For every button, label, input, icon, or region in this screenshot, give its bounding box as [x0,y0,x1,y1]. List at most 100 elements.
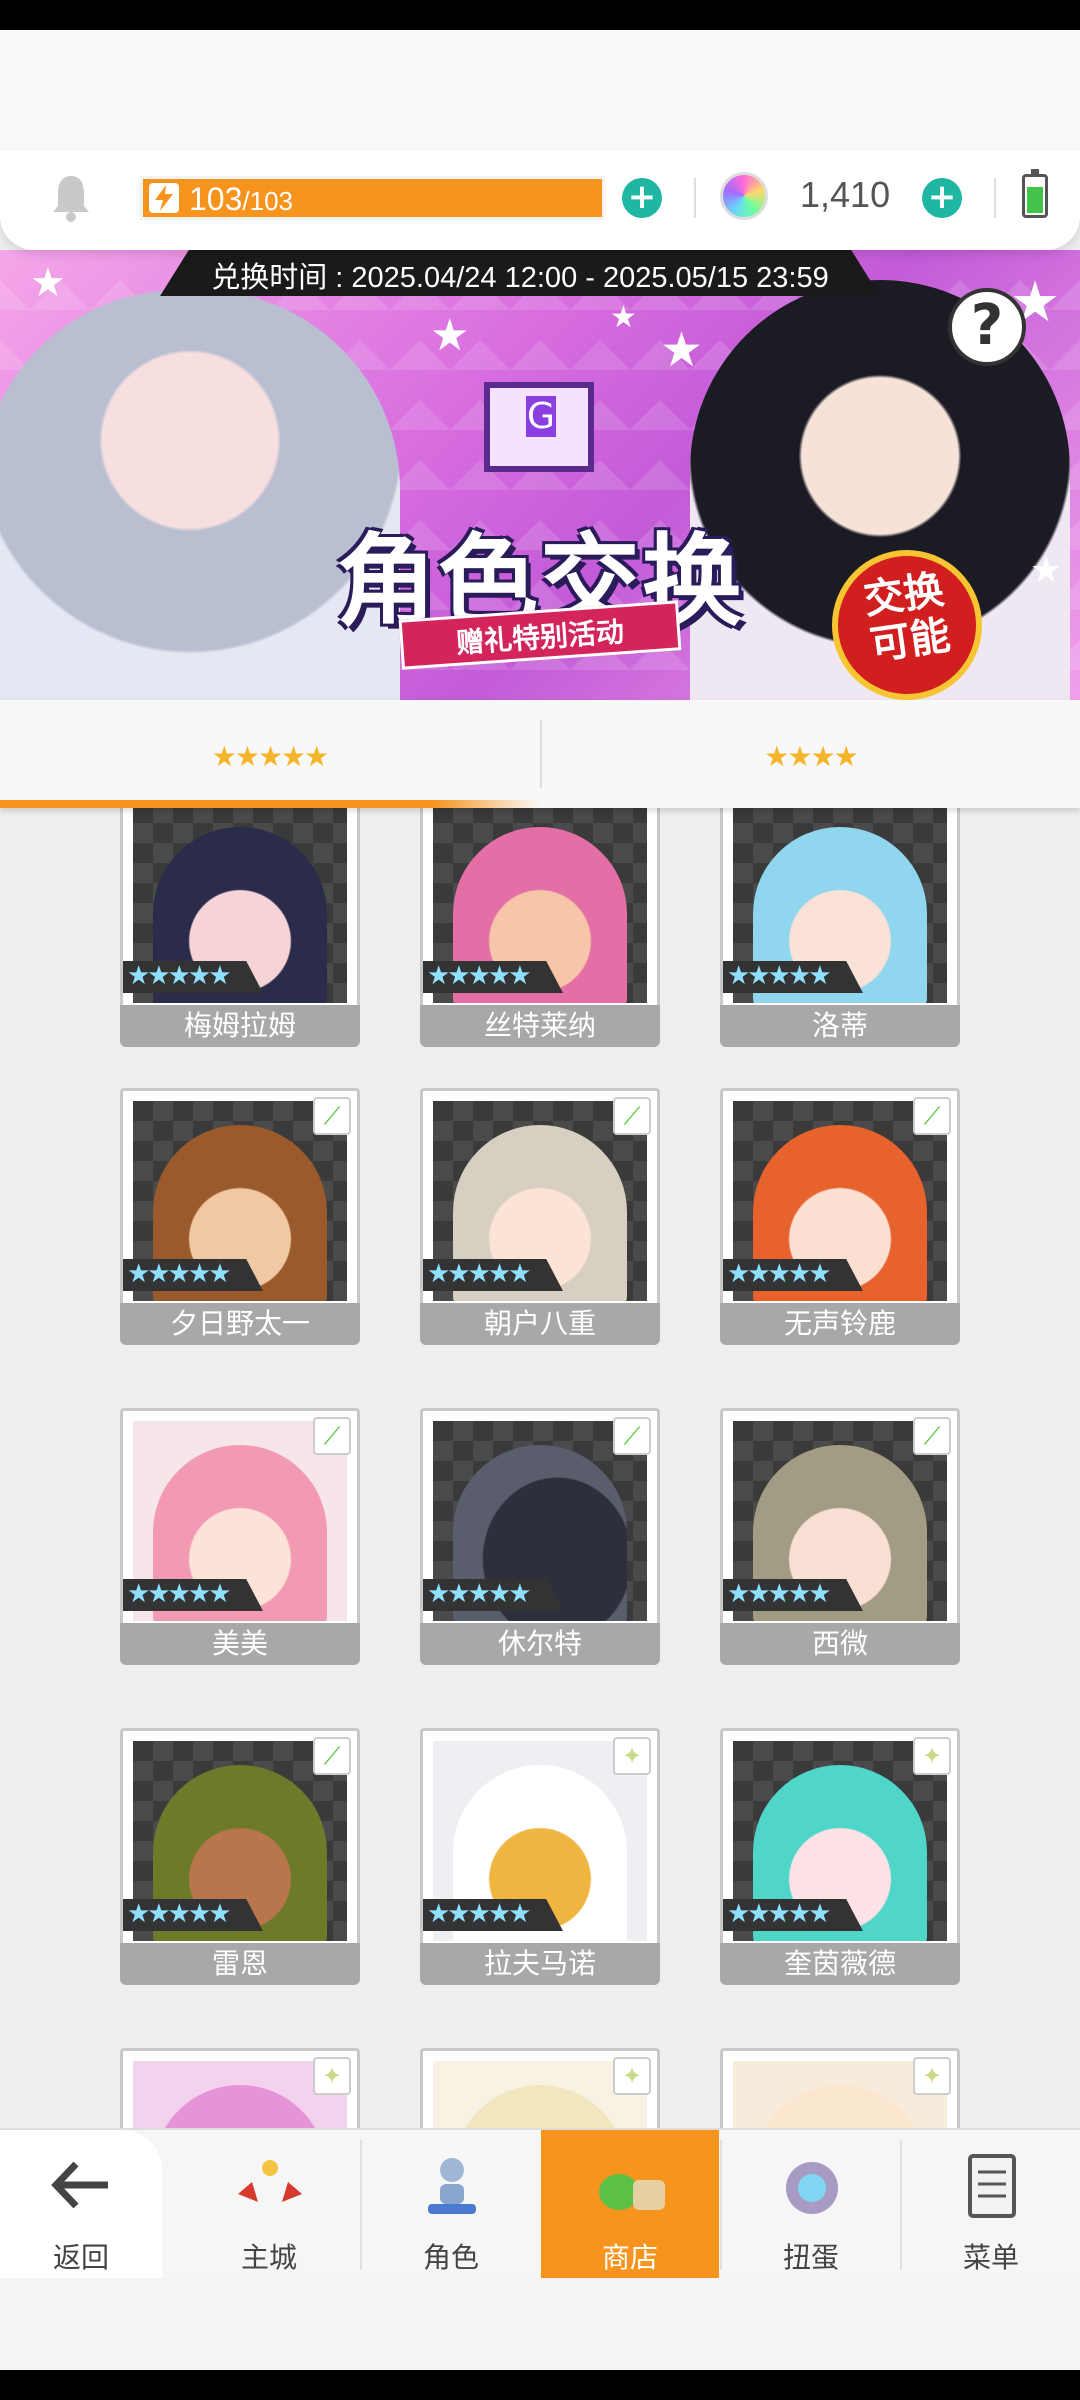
energy-max: /103 [242,186,293,216]
castle-icon [238,2160,302,2202]
energy-bar: 103/103 [140,176,605,220]
app-screen: 103/103 + 1,410 + ★ ★ ★ ★ ★ ★ 兑换时间 : 202… [0,0,1080,2400]
divider [994,178,996,218]
gacha-icon [786,2162,838,2214]
character-name: 西微 [720,1623,960,1665]
rarity-stars: ★★★★★ [423,961,563,993]
character-name: 丝特莱纳 [420,1005,660,1047]
character-card[interactable]: ⟋ ★★★★★ 朝户八重 [420,1088,660,1345]
rarity-stars: ★★★★★ [723,1579,863,1611]
leaf-icon: ⟋ [913,1417,951,1455]
rarity-stars: ★★★★★ [423,1899,563,1931]
bottom-navigation: 返回 主城 角色 商店 扭蛋 菜单 [0,2128,1080,2280]
character-grid: ★★★★★ 梅姆拉姆 ★★★★★ 丝特莱纳 ★★★★★ 洛蒂 ⟋ ★★★★★ 夕… [0,808,1080,2128]
character-card[interactable]: ✦ [420,2048,660,2128]
rarity-stars: ★★★★★ [423,1579,563,1611]
menu-icon [968,2154,1016,2218]
gem-icon [720,172,768,220]
add-gem-button[interactable]: + [922,178,962,218]
back-button[interactable]: 返回 [0,2130,162,2280]
rarity-stars: ★★★★★ [723,1259,863,1291]
nav-label: 商店 [601,2241,658,2274]
character-name: 休尔特 [420,1623,660,1665]
nav-item-castle[interactable]: 主城 [180,2130,358,2280]
rarity-stars: ★★★★★ [423,1259,563,1291]
nav-item-menu[interactable]: 菜单 [902,2130,1080,2280]
character-card[interactable]: ★★★★★ 梅姆拉姆 [120,808,360,1047]
character-card[interactable]: ✦ [120,2048,360,2128]
tab-label: ★★★★ [764,740,858,773]
resource-bar: 103/103 + 1,410 + [0,150,1080,250]
character-name: 夕日野太一 [120,1303,360,1345]
shop-icon [599,2174,665,2210]
rarity-tabs: ★★★★★ ★★★★ [0,700,1080,808]
battery-icon [1022,169,1048,218]
nav-item-gacha[interactable]: 扭蛋 [722,2130,900,2280]
character-card[interactable]: ⟋ ★★★★★ 夕日野太一 [120,1088,360,1345]
rarity-stars: ★★★★★ [123,1579,263,1611]
leaf-icon: ⟋ [313,1417,351,1455]
character-name: 美美 [120,1623,360,1665]
tab-4-star[interactable]: ★★★★ [541,700,1080,808]
nav-label: 菜单 [962,2241,1019,2274]
light-star-icon: ✦ [913,1737,951,1775]
arrow-left-icon [51,2161,108,2209]
system-status-bar [0,0,1080,30]
rarity-stars: ★★★★★ [723,1899,863,1931]
gem-count: 1,410 [800,174,891,215]
character-icon [428,2158,476,2214]
character-card[interactable]: ⟋ ★★★★★ 西微 [720,1408,960,1665]
nav-label: 扭蛋 [782,2241,839,2274]
character-card[interactable]: ⟋ ★★★★★ 休尔特 [420,1408,660,1665]
character-name: 奎茵薇德 [720,1943,960,1985]
nav-item-shop[interactable]: 商店 [541,2130,719,2280]
light-star-icon: ✦ [313,2057,351,2095]
tab-5-star[interactable]: ★★★★★ [0,700,539,808]
star-icon: ★ [660,322,704,378]
leaf-icon: ⟋ [613,1097,651,1135]
character-card[interactable]: ✦ ★★★★★ 奎茵薇德 [720,1728,960,1985]
nav-label: 主城 [240,2241,297,2274]
character-card[interactable]: ★★★★★ 洛蒂 [720,808,960,1047]
character-card[interactable]: ✦ ★★★★★ 拉夫马诺 [420,1728,660,1985]
leaf-icon: ⟋ [313,1097,351,1135]
character-card[interactable]: ⟋ ★★★★★ 美美 [120,1408,360,1665]
character-card[interactable]: ★★★★★ 丝特莱纳 [420,808,660,1047]
lightning-icon [149,183,179,213]
rarity-stars: ★★★★★ [723,961,863,993]
character-card[interactable]: ⟋ ★★★★★ 无声铃鹿 [720,1088,960,1345]
system-nav-bar [0,2370,1080,2400]
character-card[interactable]: ⟋ ★★★★★ 雷恩 [120,1728,360,1985]
nav-label: 角色 [422,2241,479,2274]
leaf-icon: ⟋ [313,1737,351,1775]
back-label: 返回 [52,2241,109,2274]
star-icon: ★ [430,310,470,361]
light-star-icon: ✦ [913,2057,951,2095]
star-icon: ★ [1030,550,1063,591]
bell-icon[interactable] [50,172,92,222]
envelope-icon [484,382,594,472]
event-banner[interactable]: ★ ★ ★ ★ ★ ★ 兑换时间 : 2025.04/24 12:00 - 20… [0,250,1080,700]
add-energy-button[interactable]: + [622,178,662,218]
character-name: 雷恩 [120,1943,360,1985]
rarity-stars: ★★★★★ [123,1899,263,1931]
help-button[interactable]: ? [948,288,1026,366]
star-icon: ★ [30,260,66,306]
active-tab-indicator [0,800,540,808]
rarity-stars: ★★★★★ [123,1259,263,1291]
exchange-time: 兑换时间 : 2025.04/24 12:00 - 2025.05/15 23:… [211,262,829,294]
rarity-stars: ★★★★★ [123,961,263,993]
light-star-icon: ✦ [613,1737,651,1775]
character-name: 朝户八重 [420,1303,660,1345]
divider [694,178,696,218]
character-name: 梅姆拉姆 [120,1005,360,1047]
star-icon: ★ [610,300,637,335]
tab-label: ★★★★★ [211,740,330,773]
light-star-icon: ✦ [613,2057,651,2095]
character-card[interactable]: ✦ [720,2048,960,2128]
leaf-icon: ⟋ [913,1097,951,1135]
nav-item-character[interactable]: 角色 [362,2130,540,2280]
character-name: 拉夫马诺 [420,1943,660,1985]
character-name: 洛蒂 [720,1005,960,1047]
energy-text: 103/103 [189,181,293,218]
